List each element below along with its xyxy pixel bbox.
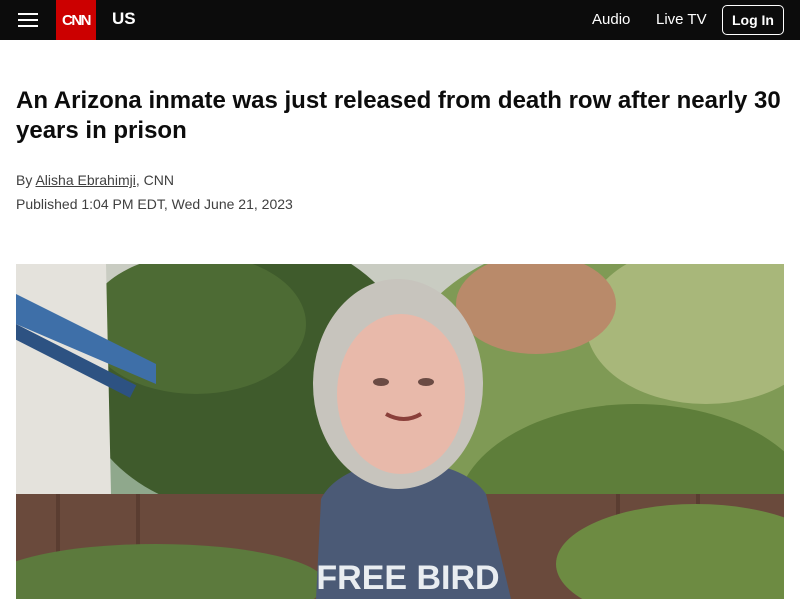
published-timestamp: Published 1:04 PM EDT, Wed June 21, 2023 bbox=[16, 196, 293, 212]
nav-audio-link[interactable]: Audio bbox=[592, 11, 630, 28]
nav-live-tv-link[interactable]: Live TV bbox=[656, 11, 707, 28]
byline-outlet: , CNN bbox=[135, 172, 174, 188]
author-link[interactable]: Alisha Ebrahimji bbox=[35, 172, 135, 188]
top-nav-bar: CNN US Audio Live TV Log In bbox=[0, 0, 800, 40]
article-headline: An Arizona inmate was just released from… bbox=[16, 87, 781, 144]
login-button[interactable]: Log In bbox=[722, 5, 784, 35]
byline-prefix: By bbox=[16, 172, 33, 188]
article-hero-image: FREE BIRD bbox=[16, 264, 784, 599]
section-title[interactable]: US bbox=[112, 9, 136, 29]
logo-text: CNN bbox=[62, 11, 92, 29]
menu-icon[interactable] bbox=[18, 11, 38, 29]
shirt-text: FREE BIRD bbox=[316, 559, 499, 597]
byline: By Alisha Ebrahimji, CNN bbox=[16, 172, 174, 188]
cnn-logo[interactable]: CNN bbox=[56, 0, 96, 40]
